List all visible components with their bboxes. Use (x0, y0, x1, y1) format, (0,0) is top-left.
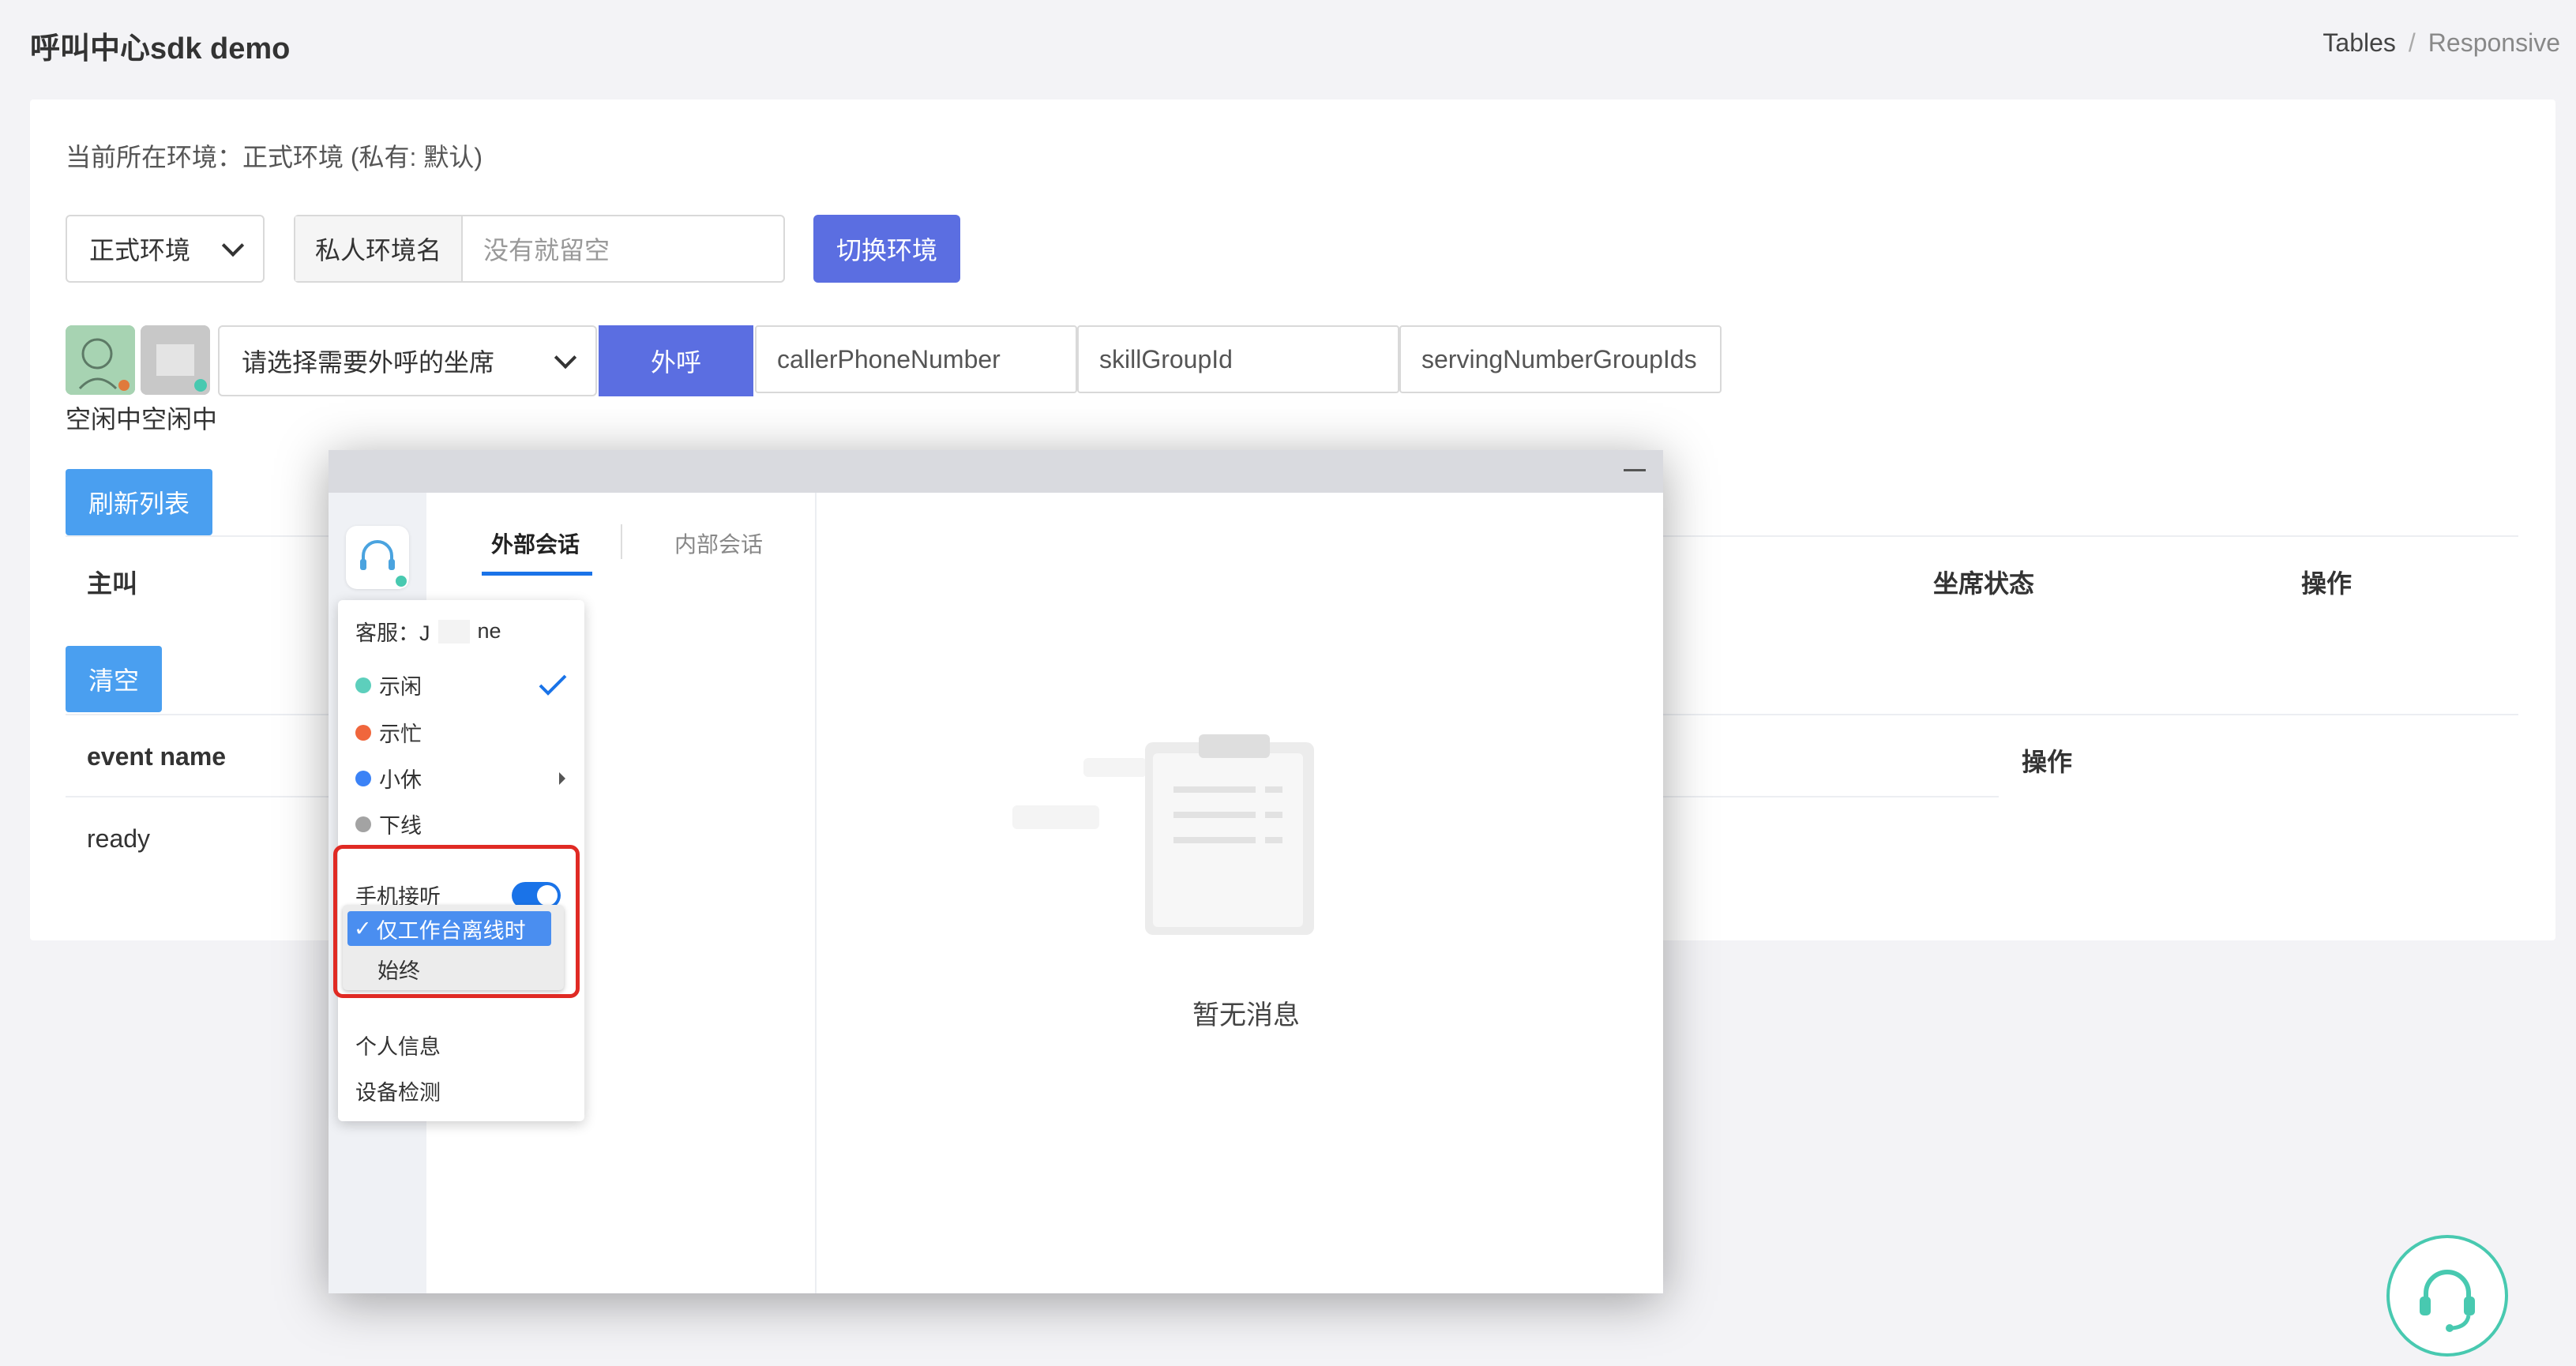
table-row: ready (87, 824, 151, 853)
agent-name: 客服：J ne (355, 616, 501, 647)
breadcrumb-tables[interactable]: Tables (2323, 28, 2396, 57)
breadcrumb-responsive: Responsive (2428, 28, 2560, 57)
refresh-list-button[interactable]: 刷新列表 (66, 469, 212, 535)
status-label: 下线 (379, 814, 422, 838)
clear-button[interactable]: 清空 (66, 646, 162, 712)
agent-select-placeholder: 请选择需要外呼的坐席 (242, 348, 495, 377)
private-env-input[interactable]: 没有就留空 (463, 216, 783, 281)
highlight-box (333, 845, 580, 998)
agent-avatar-2[interactable] (141, 325, 210, 395)
col-actions: 操作 (2301, 569, 2353, 598)
status-label: 示忙 (379, 722, 422, 746)
agent-select[interactable]: 请选择需要外呼的坐席 (218, 325, 597, 396)
tab-internal[interactable]: 内部会话 (674, 527, 763, 559)
status-dot (355, 816, 371, 832)
col-actions: 操作 (2022, 748, 2073, 776)
status-busy[interactable]: 示忙 (355, 717, 422, 748)
switch-env-button[interactable]: 切换环境 (813, 215, 960, 283)
agent-label: 客服：J (355, 621, 430, 645)
chevron-right-icon (559, 771, 565, 785)
minimize-icon[interactable] (1624, 469, 1646, 471)
customer-service-button[interactable] (2386, 1235, 2508, 1357)
agent-avatar[interactable] (66, 325, 135, 395)
personal-info-item[interactable]: 个人信息 (355, 1030, 441, 1060)
status-dot (355, 677, 371, 693)
skill-group-input[interactable]: skillGroupId (1077, 325, 1399, 393)
name-mask (437, 619, 470, 644)
headset-icon[interactable] (346, 526, 409, 589)
empty-clipboard-icon (1004, 734, 1384, 944)
status-dot (355, 770, 371, 786)
status-idle[interactable]: 示闲 (355, 670, 569, 700)
agent-suffix: ne (477, 619, 501, 643)
status-label: 示闲 (379, 675, 422, 699)
active-tab-indicator (482, 572, 592, 576)
check-icon (539, 674, 567, 696)
serving-group-input[interactable]: servingNumberGroupIds (1399, 325, 1722, 393)
popup-titlebar[interactable] (329, 450, 1663, 493)
chevron-down-icon (221, 234, 245, 257)
breadcrumb: Tables / Responsive (2323, 28, 2560, 58)
caller-phone-input[interactable]: callerPhoneNumber (755, 325, 1077, 393)
status-dot (355, 724, 371, 741)
device-check-item[interactable]: 设备检测 (355, 1075, 441, 1106)
col-event-name: event name (87, 742, 227, 771)
tab-external[interactable]: 外部会话 (491, 527, 580, 559)
call-button[interactable]: 外呼 (599, 325, 753, 396)
current-env-text: 当前所在环境：正式环境 (私有: 默认) (66, 143, 483, 171)
tab-divider (621, 524, 622, 559)
status-label: 小休 (379, 768, 422, 792)
breadcrumb-separator: / (2408, 28, 2416, 57)
headset-icon (2420, 1270, 2475, 1332)
private-env-label: 私人环境名 (295, 216, 463, 281)
col-agent-status: 坐席状态 (1933, 569, 2035, 598)
status-offline[interactable]: 下线 (355, 809, 422, 839)
env-select[interactable]: 正式环境 (66, 215, 265, 283)
private-env-group: 私人环境名 没有就留空 (294, 215, 785, 283)
col-caller: 主叫 (87, 569, 138, 598)
call-center-popup: 外部会话 内部会话 暂无消息 客服：J ne 示闲 示忙 小休 下线 手机接听 … (329, 450, 1663, 1293)
agent-status-text: 空闲中空闲中 (66, 405, 218, 433)
page-title: 呼叫中心sdk demo (30, 32, 291, 66)
env-select-value: 正式环境 (89, 236, 191, 265)
empty-text: 暂无消息 (1192, 1000, 1300, 1030)
chevron-down-icon (554, 346, 577, 370)
status-break[interactable]: 小休 (355, 763, 569, 794)
